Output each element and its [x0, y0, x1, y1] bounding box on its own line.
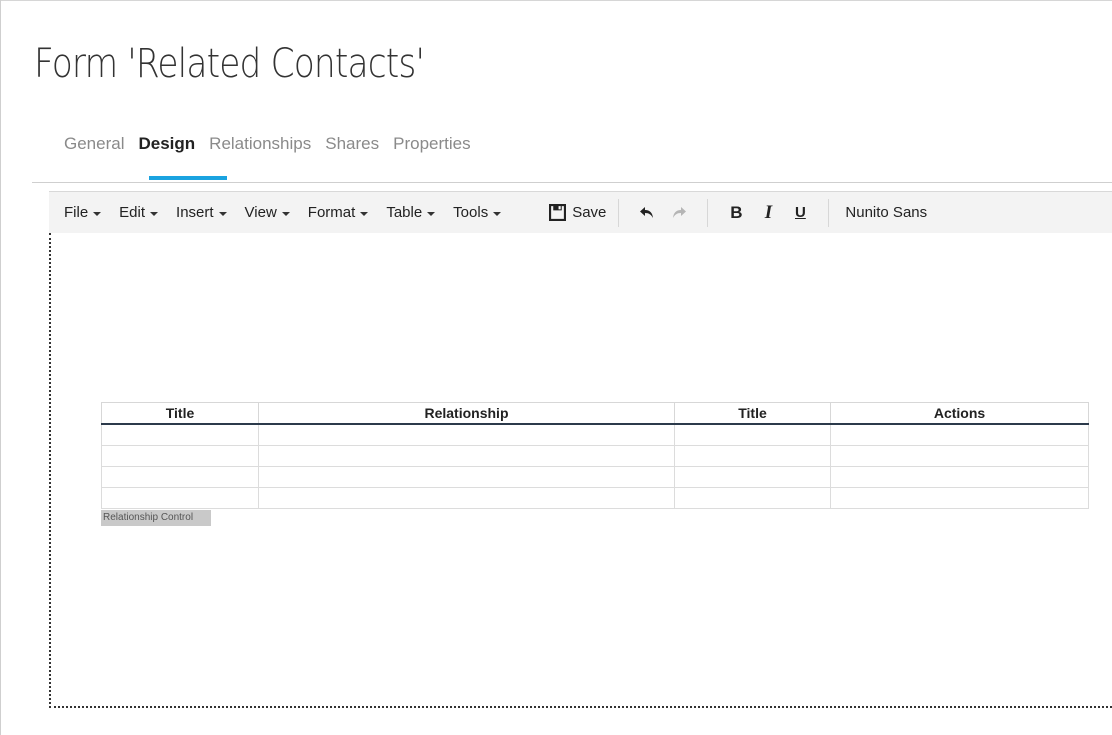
table-row[interactable]	[101, 445, 1089, 467]
table-cell[interactable]	[674, 445, 831, 467]
column-header-title: Title	[101, 402, 259, 425]
table-header-row: Title Relationship Title Actions	[101, 402, 1089, 425]
table-cell[interactable]	[830, 445, 1089, 467]
tab-design[interactable]: Design	[138, 130, 195, 160]
table-cell[interactable]	[101, 423, 259, 446]
table-row[interactable]	[101, 466, 1089, 488]
menu-table[interactable]: Table	[386, 204, 436, 221]
window-left-border	[0, 0, 1, 735]
caret-down-icon	[360, 211, 369, 216]
underline-icon: U	[794, 204, 806, 221]
italic-icon: I	[764, 201, 773, 223]
menu-edit[interactable]: Edit	[119, 204, 159, 221]
redo-icon	[673, 206, 687, 218]
caret-down-icon	[281, 211, 290, 216]
menu-view[interactable]: View	[245, 204, 290, 221]
tab-relationships[interactable]: Relationships	[209, 130, 311, 160]
caret-down-icon	[218, 211, 227, 216]
menu-file-label: File	[64, 204, 89, 221]
column-header-actions: Actions	[830, 402, 1089, 425]
tab-general[interactable]: General	[64, 130, 124, 160]
table-cell[interactable]	[258, 423, 675, 446]
menu-insert[interactable]: Insert	[176, 204, 227, 221]
table-row[interactable]	[101, 487, 1089, 509]
menu-table-label: Table	[386, 204, 423, 221]
column-header-relationship: Relationship	[258, 402, 675, 425]
save-icon	[549, 204, 567, 221]
tab-bar: General Design Relationships Shares Prop…	[64, 130, 485, 160]
editor-toolbar: File Edit Insert View Format Table Tools…	[49, 191, 1112, 234]
table-cell[interactable]	[830, 423, 1089, 446]
table-cell[interactable]	[674, 423, 831, 446]
column-header-title: Title	[674, 402, 831, 425]
toolbar-separator	[828, 198, 830, 227]
redo-button[interactable]	[663, 198, 695, 228]
menu-tools[interactable]: Tools	[453, 204, 502, 221]
caret-down-icon	[493, 211, 502, 216]
caret-down-icon	[93, 211, 102, 216]
undo-button[interactable]	[631, 198, 663, 228]
active-tab-indicator	[149, 176, 227, 180]
table-cell[interactable]	[830, 466, 1089, 488]
tab-properties[interactable]: Properties	[393, 130, 470, 160]
toolbar-separator	[707, 198, 709, 227]
menu-edit-label: Edit	[119, 204, 146, 221]
menu-bar: File Edit Insert View Format Table Tools	[64, 204, 519, 221]
font-family-select[interactable]: Nunito Sans	[845, 204, 927, 221]
menu-format[interactable]: Format	[308, 204, 369, 221]
menu-view-label: View	[244, 204, 277, 221]
table-row[interactable]	[101, 423, 1089, 446]
menu-insert-label: Insert	[176, 204, 214, 221]
undo-icon	[640, 206, 654, 218]
caret-down-icon	[150, 211, 159, 216]
tabs-divider	[32, 182, 1112, 183]
save-button[interactable]: Save	[549, 204, 606, 221]
table-cell[interactable]	[258, 466, 675, 488]
bold-icon: B	[730, 202, 743, 222]
toolbar-separator	[618, 198, 620, 227]
italic-button[interactable]: I	[752, 198, 784, 228]
underline-button[interactable]: U	[784, 198, 816, 228]
table-cell[interactable]	[674, 487, 831, 509]
table-cell[interactable]	[830, 487, 1089, 509]
tab-shares[interactable]: Shares	[325, 130, 379, 160]
menu-file[interactable]: File	[64, 204, 102, 221]
table-cell[interactable]	[674, 466, 831, 488]
window-top-border	[0, 0, 1112, 1]
table-cell[interactable]	[101, 466, 259, 488]
relationship-table[interactable]: Title Relationship Title Actions	[101, 402, 1089, 509]
menu-tools-label: Tools	[453, 204, 489, 221]
table-cell[interactable]	[101, 487, 259, 509]
table-cell[interactable]	[258, 445, 675, 467]
menu-format-label: Format	[307, 204, 356, 221]
bold-button[interactable]: B	[720, 198, 752, 228]
table-cell[interactable]	[101, 445, 259, 467]
table-cell[interactable]	[258, 487, 675, 509]
page-title: Form 'Related Contacts'	[34, 41, 425, 87]
relationship-control-label[interactable]: Relationship Control	[101, 510, 211, 526]
caret-down-icon	[427, 211, 436, 216]
save-button-label: Save	[572, 204, 607, 221]
